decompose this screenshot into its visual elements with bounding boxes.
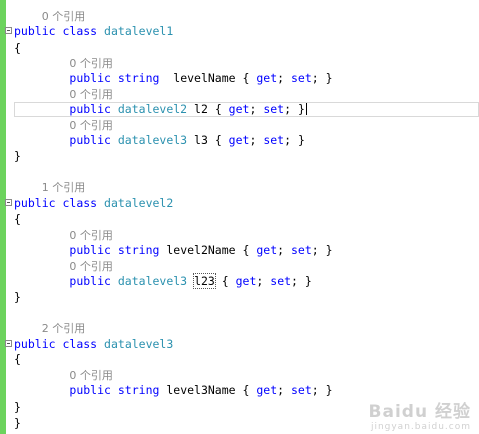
reference-count-hint[interactable]: 0 个引用 [14,259,479,274]
code-line: public string level2Name { get; set; } [69,243,333,257]
code-line: public datalevel3 l3 { get; set; } [69,133,305,147]
code-line: public class datalevel3 [5,337,479,352]
fold-gutter [6,0,14,434]
code-line: public datalevel3 l23 { get; set; } [69,273,312,289]
reference-count-hint[interactable]: 0 个引用 [14,368,479,383]
collapse-icon[interactable] [5,199,12,206]
code-line: { [14,41,21,55]
reference-count-hint[interactable]: 0 个引用 [14,56,479,71]
text-caret [305,102,307,115]
baidu-watermark: Baidu 经验 jingyan.baidu.com [369,397,471,432]
code-line: public string levelName { get; set; } [69,71,333,85]
code-line: } [14,290,21,304]
watermark-brand: Baidu 经验 [368,402,471,422]
collapse-icon[interactable] [5,27,12,34]
code-line: public class datalevel1 [5,24,479,39]
code-line: } [14,149,21,163]
code-line: public datalevel2 l2 { get; set; } [14,102,479,117]
reference-count-hint[interactable]: 2 个引用 [14,321,479,336]
code-editor[interactable]: 0 个引用 public class datalevel1{ 0 个引用 publ… [5,0,479,434]
code-line: public string level3Name { get; set; } [69,383,333,397]
reference-count-hint[interactable]: 0 个引用 [14,118,479,133]
watermark-url: jingyan.baidu.com [370,422,471,432]
code-line: { [14,212,21,226]
code-line: public class datalevel2 [5,196,479,211]
reference-count-hint[interactable]: 0 个引用 [14,228,479,243]
reference-count-hint[interactable]: 0 个引用 [14,9,479,24]
collapse-icon[interactable] [5,340,12,347]
reference-count-hint[interactable]: 1 个引用 [14,180,479,195]
code-line: { [14,352,21,366]
reference-count-hint[interactable]: 0 个引用 [14,87,479,102]
